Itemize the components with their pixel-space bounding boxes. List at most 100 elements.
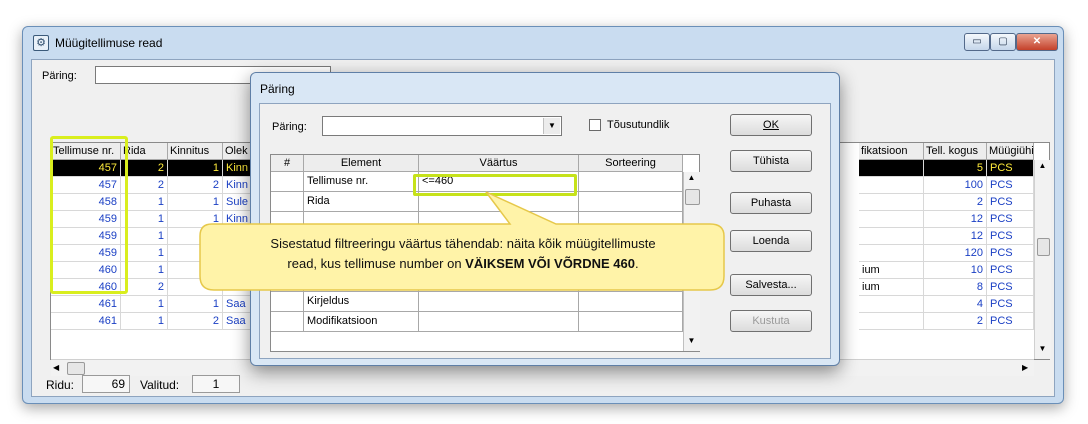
grid-cell-qty[interactable]: 4 bbox=[924, 296, 987, 313]
grid-cell-confirm[interactable] bbox=[168, 279, 223, 296]
filter-element-cell[interactable]: Kirjeldus bbox=[304, 292, 419, 312]
dialog-query-combo[interactable]: ▼ bbox=[322, 116, 562, 136]
load-button[interactable]: Loenda bbox=[730, 230, 812, 252]
scroll-thumb[interactable] bbox=[1037, 238, 1050, 256]
filter-sort-cell[interactable] bbox=[579, 212, 683, 232]
grid-column-header[interactable]: Müügiühik bbox=[987, 143, 1034, 160]
grid-cell-qty[interactable]: 5 bbox=[924, 160, 987, 177]
ascending-checkbox[interactable] bbox=[589, 119, 601, 131]
grid-column-header[interactable]: fikatsioon bbox=[859, 143, 924, 160]
filter-sort-cell[interactable] bbox=[579, 272, 683, 292]
grid-cell-qty[interactable]: 2 bbox=[924, 313, 987, 330]
grid-cell-row[interactable]: 1 bbox=[121, 245, 168, 262]
grid-cell-qty[interactable]: 2 bbox=[924, 194, 987, 211]
grid-cell-row[interactable]: 2 bbox=[121, 279, 168, 296]
grid-cell-qty[interactable]: 8 bbox=[924, 279, 987, 296]
grid-cell-mod[interactable] bbox=[859, 245, 924, 262]
grid-cell-qty[interactable]: 12 bbox=[924, 211, 987, 228]
grid-cell-mod[interactable]: ium bbox=[859, 262, 924, 279]
grid-cell-row[interactable]: 1 bbox=[121, 262, 168, 279]
filter-element-cell[interactable]: Rida bbox=[304, 192, 419, 212]
grid-cell-unit[interactable]: PCS bbox=[987, 262, 1034, 279]
rows-count-label: Ridu: bbox=[46, 378, 75, 392]
filter-row-number bbox=[271, 192, 304, 212]
scroll-down-icon[interactable]: ▼ bbox=[1036, 344, 1049, 358]
dialog-client-area: Päring: ▼ Tõusutundlik # Element Väärtus So… bbox=[259, 103, 831, 359]
filter-value-cell[interactable] bbox=[419, 312, 579, 332]
grid-cell-row[interactable]: 1 bbox=[121, 211, 168, 228]
grid-cell-unit[interactable]: PCS bbox=[987, 313, 1034, 330]
grid-cell-unit[interactable]: PCS bbox=[987, 160, 1034, 177]
filter-element-cell[interactable]: Modifikatsioon bbox=[304, 312, 419, 332]
grid-column-header[interactable]: Rida bbox=[121, 143, 168, 160]
scroll-down-icon[interactable]: ▼ bbox=[685, 336, 698, 350]
grid-cell-mod[interactable] bbox=[859, 296, 924, 313]
filter-value-cell[interactable] bbox=[419, 292, 579, 312]
grid-cell-confirm[interactable]: 1 bbox=[168, 160, 223, 177]
scroll-h-thumb[interactable] bbox=[67, 362, 85, 375]
grid-cell-mod[interactable] bbox=[859, 177, 924, 194]
grid-cell-confirm[interactable]: 1 bbox=[168, 211, 223, 228]
grid-cell-mod[interactable] bbox=[859, 211, 924, 228]
grid-cell-unit[interactable]: PCS bbox=[987, 228, 1034, 245]
vertical-scrollbar[interactable]: ▲ ▼ bbox=[1034, 160, 1051, 359]
grid-cell-row[interactable]: 1 bbox=[121, 296, 168, 313]
delete-button[interactable]: Kustuta bbox=[730, 310, 812, 332]
grid-cell-mod[interactable] bbox=[859, 313, 924, 330]
filter-element-cell[interactable]: Tellimuse nr. bbox=[304, 172, 419, 192]
ok-button[interactable]: OK bbox=[730, 114, 812, 136]
filter-element-cell[interactable] bbox=[304, 212, 419, 232]
grid-cell-row[interactable]: 2 bbox=[121, 160, 168, 177]
filter-element-cell[interactable]: Tootekood bbox=[304, 272, 419, 292]
minimize-button[interactable]: ▭ bbox=[964, 33, 990, 51]
callout-emphasis: VÄIKSEM VÕI VÕRDNE 460 bbox=[465, 256, 635, 271]
grid-cell-unit[interactable]: PCS bbox=[987, 211, 1034, 228]
grid-cell-row[interactable]: 1 bbox=[121, 228, 168, 245]
grid-cell-row[interactable]: 2 bbox=[121, 177, 168, 194]
grid-column-header[interactable]: Kinnitus bbox=[168, 143, 223, 160]
grid-cell-row[interactable]: 1 bbox=[121, 194, 168, 211]
scroll-left-icon[interactable]: ◀ bbox=[53, 361, 63, 374]
filter-column-header: # bbox=[271, 155, 304, 172]
filter-sort-cell[interactable] bbox=[579, 172, 683, 192]
grid-cell-confirm[interactable]: 1 bbox=[168, 194, 223, 211]
grid-cell-qty[interactable]: 12 bbox=[924, 228, 987, 245]
grid-cell-mod[interactable]: ium bbox=[859, 279, 924, 296]
clear-button[interactable]: Puhasta bbox=[730, 192, 812, 214]
grid-column-header[interactable]: Tell. kogus bbox=[924, 143, 987, 160]
value-cell-highlight bbox=[413, 174, 577, 196]
filter-value-cell[interactable] bbox=[419, 272, 579, 292]
grid-cell-qty[interactable]: 100 bbox=[924, 177, 987, 194]
grid-cell-unit[interactable]: PCS bbox=[987, 177, 1034, 194]
maximize-button[interactable]: ▢ bbox=[990, 33, 1016, 51]
grid-cell-confirm[interactable]: 2 bbox=[168, 313, 223, 330]
scroll-thumb[interactable] bbox=[685, 189, 700, 205]
close-button[interactable]: ✕ bbox=[1016, 33, 1058, 51]
dialog-query-value bbox=[323, 120, 326, 132]
scroll-up-icon[interactable]: ▲ bbox=[1036, 161, 1049, 175]
scroll-right-icon[interactable]: ▶ bbox=[1022, 361, 1032, 374]
scroll-up-icon[interactable]: ▲ bbox=[685, 173, 698, 187]
chevron-down-icon[interactable]: ▼ bbox=[543, 118, 560, 134]
grid-cell-mod[interactable] bbox=[859, 228, 924, 245]
grid-cell-mod[interactable] bbox=[859, 194, 924, 211]
grid-cell-unit[interactable]: PCS bbox=[987, 296, 1034, 313]
grid-cell-unit[interactable]: PCS bbox=[987, 194, 1034, 211]
grid-cell-unit[interactable]: PCS bbox=[987, 245, 1034, 262]
grid-cell-qty[interactable]: 120 bbox=[924, 245, 987, 262]
cancel-button[interactable]: Tühista bbox=[730, 150, 812, 172]
filter-value-cell[interactable] bbox=[419, 212, 579, 232]
filter-sort-cell[interactable] bbox=[579, 312, 683, 332]
grid-cell-order[interactable]: 461 bbox=[51, 313, 121, 330]
grid-cell-unit[interactable]: PCS bbox=[987, 279, 1034, 296]
filter-sort-cell[interactable] bbox=[579, 292, 683, 312]
grid-cell-order[interactable]: 461 bbox=[51, 296, 121, 313]
grid-cell-mod[interactable] bbox=[859, 160, 924, 177]
grid-cell-confirm[interactable]: 1 bbox=[168, 296, 223, 313]
grid-cell-qty[interactable]: 10 bbox=[924, 262, 987, 279]
grid-cell-confirm[interactable]: 2 bbox=[168, 177, 223, 194]
save-button[interactable]: Salvesta... bbox=[730, 274, 812, 296]
filter-row-number bbox=[271, 272, 304, 292]
filter-sort-cell[interactable] bbox=[579, 192, 683, 212]
grid-cell-row[interactable]: 1 bbox=[121, 313, 168, 330]
